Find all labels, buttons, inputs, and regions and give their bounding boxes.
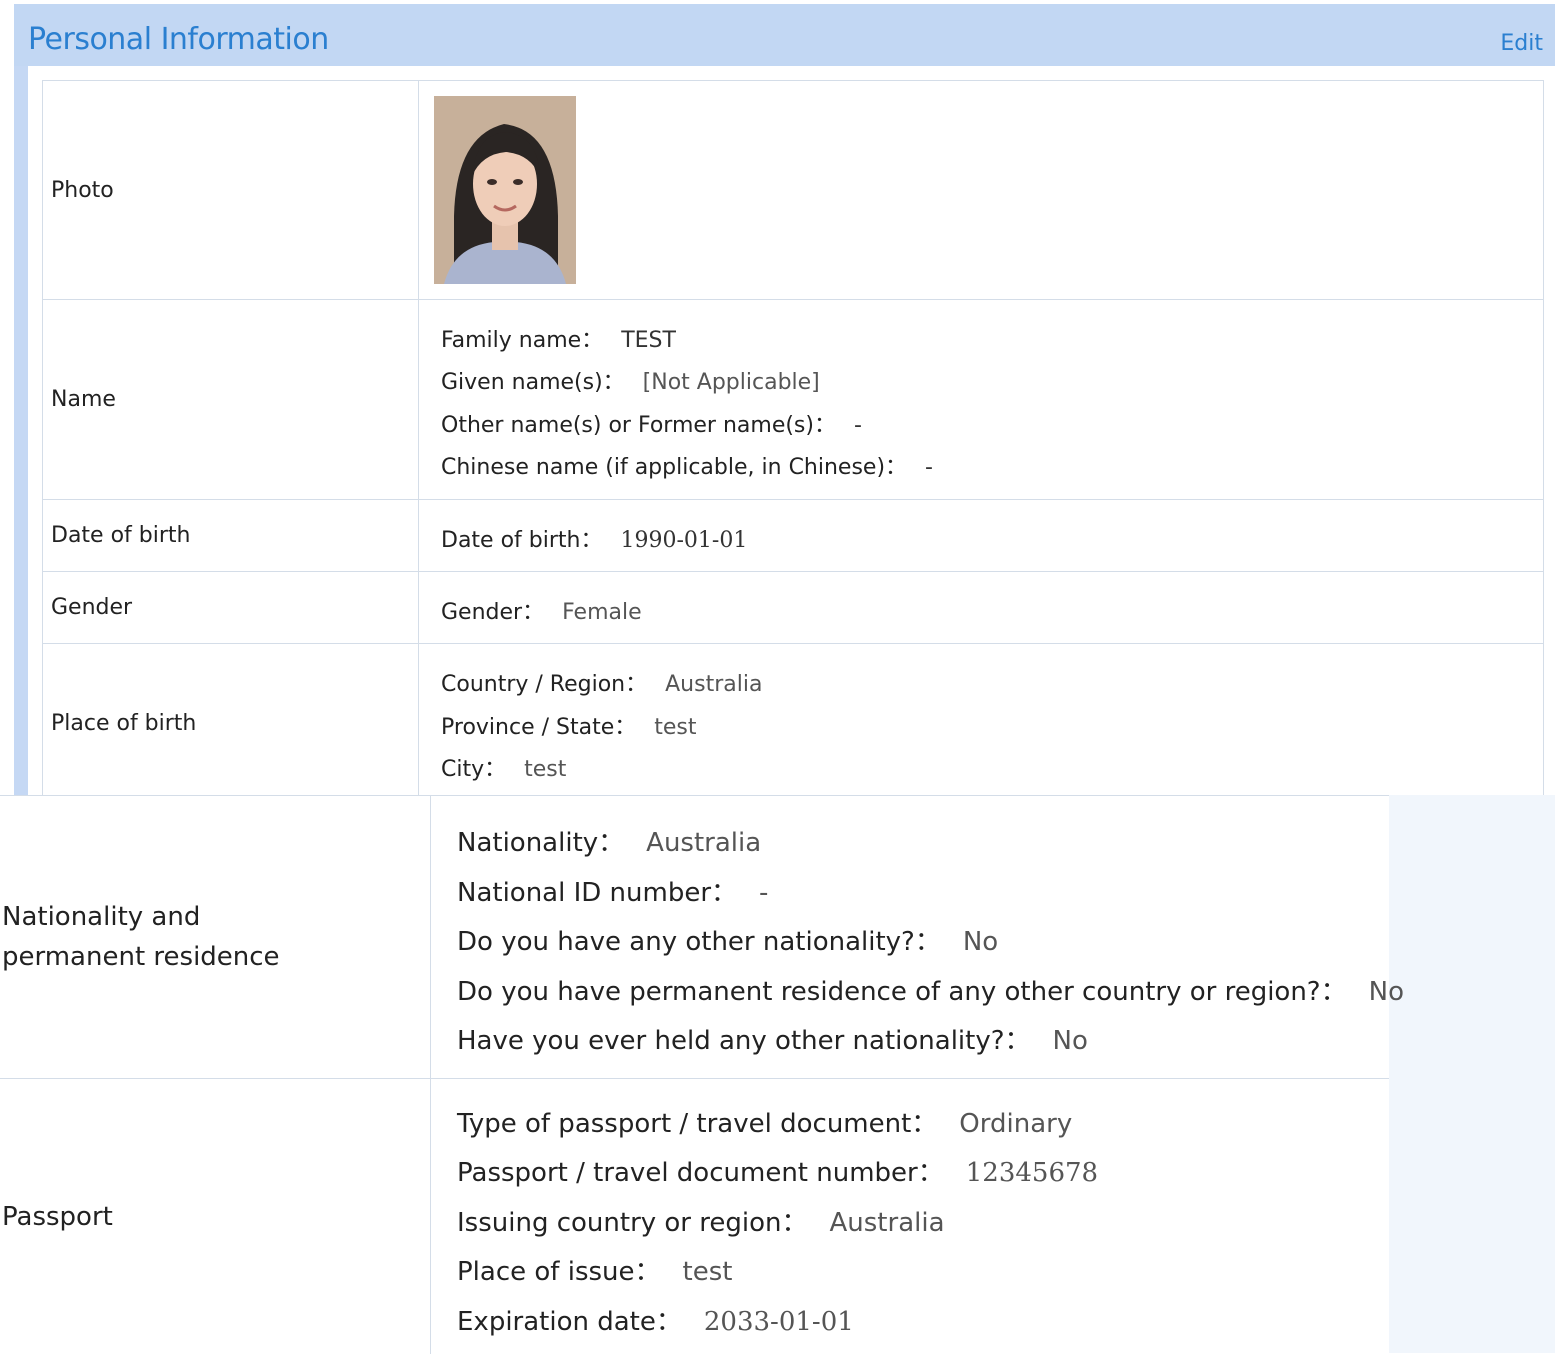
passport-number-value: 12345678	[965, 1158, 1099, 1188]
place-of-issue-value: test	[682, 1257, 733, 1287]
table-row-photo: Photo	[43, 81, 1543, 299]
table-row-name: Name Family name： TEST Given name(s)： [Not…	[43, 299, 1543, 499]
national-id-value: -	[759, 878, 769, 908]
permanent-residence-value: No	[1368, 977, 1404, 1007]
edit-link[interactable]: Edit	[1500, 4, 1543, 66]
held-nationality-line: Have you ever held any other nationality…	[457, 1020, 1088, 1057]
expiration-date-label: Expiration date：	[457, 1307, 682, 1337]
chinese-name-value: -	[925, 455, 933, 480]
passport-number-line: Passport / travel document number： 123456…	[457, 1152, 1098, 1189]
dob-line: Date of birth： 1990-01-01	[441, 522, 747, 554]
nationality-line: Nationality： Australia	[457, 822, 761, 859]
gender-label: Gender：	[441, 600, 545, 625]
other-name-value: -	[853, 413, 862, 438]
passport-type-label: Type of passport / travel document：	[457, 1109, 938, 1139]
expiration-date-line: Expiration date： 2033-01-01	[457, 1301, 854, 1338]
other-nationality-line: Do you have any other nationality?： No	[457, 921, 998, 958]
issuing-country-value: Australia	[829, 1208, 945, 1238]
page-title: Personal Information	[28, 22, 329, 57]
nationality-value: Australia	[646, 828, 762, 858]
applicant-photo	[434, 96, 576, 284]
birth-city-label: City：	[441, 757, 507, 782]
given-name-label: Given name(s)：	[441, 370, 625, 395]
passport-type-value: Ordinary	[959, 1109, 1073, 1139]
birth-country-value: Australia	[665, 672, 763, 697]
zoomed-info-table: Nationality and permanent residence Nati…	[0, 795, 1404, 1354]
row-label-dob: Date of birth	[43, 500, 419, 571]
nationality-label: Nationality：	[457, 828, 625, 858]
birth-province-line: Province / State： test	[441, 709, 697, 741]
panel-header: Personal Information Edit	[14, 4, 1555, 66]
row-value-photo	[419, 81, 1543, 299]
row-label-photo: Photo	[43, 81, 419, 299]
row-label-name: Name	[43, 300, 419, 499]
birth-province-value: test	[654, 715, 697, 740]
issuing-country-label: Issuing country or region：	[457, 1208, 808, 1238]
row-label-gender: Gender	[43, 572, 419, 643]
place-of-issue-label: Place of issue：	[457, 1257, 661, 1287]
dob-value: 1990-01-01	[620, 528, 748, 553]
gender-line: Gender： Female	[441, 594, 642, 626]
gender-value: Female	[562, 600, 642, 625]
row-value-place-of-birth: Country / Region： Australia Province / St…	[419, 644, 1543, 803]
table-row-passport: Passport Type of passport / travel docum…	[0, 1079, 1389, 1354]
birth-city-line: City： test	[441, 751, 566, 783]
panel-left-accent	[14, 4, 28, 796]
national-id-line: National ID number： -	[457, 872, 768, 909]
chinese-name-line: Chinese name (if applicable, in Chinese)…	[441, 449, 933, 481]
passport-type-line: Type of passport / travel document： Ordin…	[457, 1103, 1072, 1140]
family-name-value: TEST	[621, 328, 676, 353]
table-row-place-of-birth: Place of birth Country / Region： Australi…	[43, 643, 1543, 803]
held-nationality-label: Have you ever held any other nationality…	[457, 1026, 1031, 1056]
row-value-passport: Type of passport / travel document： Ordin…	[431, 1079, 1389, 1354]
birth-country-line: Country / Region： Australia	[441, 666, 762, 698]
permanent-residence-line: Do you have permanent residence of any o…	[457, 971, 1404, 1008]
birth-province-label: Province / State：	[441, 715, 637, 740]
table-row-gender: Gender Gender： Female	[43, 571, 1543, 643]
place-of-issue-line: Place of issue： test	[457, 1251, 732, 1288]
dob-label: Date of birth：	[441, 528, 603, 553]
chinese-name-label: Chinese name (if applicable, in Chinese)…	[441, 455, 908, 480]
family-name-line: Family name： TEST	[441, 322, 676, 354]
issuing-country-line: Issuing country or region： Australia	[457, 1202, 945, 1239]
row-value-dob: Date of birth： 1990-01-01	[419, 500, 1543, 571]
personal-info-table: Photo Name Family name： TEST Given name(…	[42, 80, 1544, 803]
other-name-line: Other name(s) or Former name(s)： -	[441, 407, 862, 439]
personal-information-panel: Personal Information Edit Photo Name Fam…	[0, 0, 1555, 803]
row-label-place-of-birth: Place of birth	[43, 644, 419, 803]
national-id-label: National ID number：	[457, 878, 738, 908]
given-name-line: Given name(s)： [Not Applicable]	[441, 364, 820, 396]
row-value-name: Family name： TEST Given name(s)： [Not Appl…	[419, 300, 1543, 499]
birth-city-value: test	[524, 757, 567, 782]
other-nationality-value: No	[962, 927, 999, 957]
family-name-label: Family name：	[441, 328, 604, 353]
row-value-nationality: Nationality： Australia National ID number…	[431, 796, 1404, 1078]
birth-country-label: Country / Region：	[441, 672, 648, 697]
row-label-passport: Passport	[0, 1079, 431, 1354]
zoomed-detail-panel: Nationality and permanent residence Nati…	[0, 795, 1555, 1354]
expiration-date-value: 2033-01-01	[703, 1307, 854, 1337]
table-row-nationality: Nationality and permanent residence Nati…	[0, 796, 1404, 1079]
passport-number-label: Passport / travel document number：	[457, 1158, 944, 1188]
row-label-nationality: Nationality and permanent residence	[0, 796, 431, 1078]
given-name-value: [Not Applicable]	[642, 370, 820, 395]
permanent-residence-label: Do you have permanent residence of any o…	[457, 977, 1347, 1007]
other-nationality-label: Do you have any other nationality?：	[457, 927, 941, 957]
held-nationality-value: No	[1052, 1026, 1088, 1056]
row-value-gender: Gender： Female	[419, 572, 1543, 643]
table-row-dob: Date of birth Date of birth： 1990-01-01	[43, 499, 1543, 571]
other-name-label: Other name(s) or Former name(s)：	[441, 413, 836, 438]
